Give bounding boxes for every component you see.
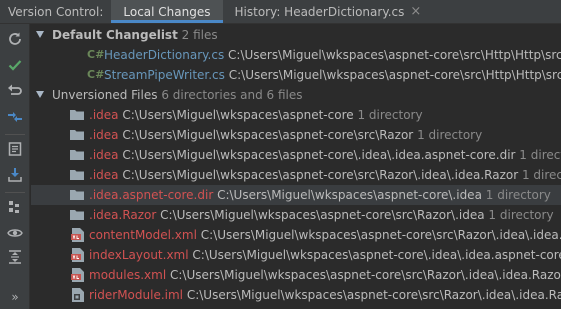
unversioned-count: 6 directories and 6 files <box>161 88 303 102</box>
file-name: riderModule.iml <box>89 288 184 302</box>
item-meta: 1 directory <box>417 128 483 142</box>
update-icon[interactable] <box>4 164 26 186</box>
file-path: C:\Users\Miguel\wkspaces\aspnet-core\src… <box>228 48 561 62</box>
item-meta: 1 directory <box>485 188 551 202</box>
changelist-name: Default Changelist <box>52 28 178 42</box>
file-name: .idea.Razor <box>89 208 157 222</box>
unversioned-directory-row[interactable]: .idea C:\Users\Miguel\wkspaces\aspnet-co… <box>31 105 561 125</box>
file-path: C:\Users\Miguel\wkspaces\aspnet-core\src… <box>200 228 561 242</box>
csharp-file-icon: C# <box>87 48 105 61</box>
unversioned-directory-row[interactable]: .idea C:\Users\Miguel\wkspaces\aspnet-co… <box>31 165 561 185</box>
vcs-toolbar: » <box>0 24 30 309</box>
tab-history[interactable]: History: HeaderDictionary.cs × <box>223 0 434 23</box>
unversioned-file-row[interactable]: riderModule.iml C:\Users\Miguel\wkspaces… <box>31 285 561 305</box>
item-meta: 1 directory <box>519 148 561 162</box>
tab-local-changes-label: Local Changes <box>123 4 211 19</box>
file-path: C:\Users\Miguel\wkspaces\aspnet-core\.id… <box>217 188 482 202</box>
tool-window-title: Version Control: <box>8 5 104 19</box>
xml-file-icon <box>71 248 84 262</box>
preview-eye-icon[interactable] <box>4 222 26 244</box>
folder-icon <box>70 130 84 140</box>
unversioned-name: Unversioned Files <box>52 88 158 102</box>
csharp-file-icon: C# <box>87 68 105 81</box>
expand-all-icon[interactable] <box>4 246 26 268</box>
file-name: modules.xml <box>89 268 167 282</box>
file-path: C:\Users\Miguel\wkspaces\aspnet-core <box>122 108 354 122</box>
file-path: C:\Users\Miguel\wkspaces\aspnet-core\src… <box>122 168 519 182</box>
group-by-icon[interactable] <box>4 196 26 218</box>
xml-file-icon <box>71 268 84 282</box>
file-name: .idea <box>89 168 119 182</box>
file-path: C:\Users\Miguel\wkspaces\aspnet-core\src… <box>160 208 485 222</box>
file-name: .idea <box>89 128 119 142</box>
changes-tree: Default Changelist 2 files C# HeaderDicti… <box>31 24 561 309</box>
file-path: C:\Users\Miguel\wkspaces\aspnet-core\src… <box>170 268 561 282</box>
expand-arrow-icon[interactable] <box>36 91 44 98</box>
file-name: indexLayout.xml <box>89 248 189 262</box>
folder-icon <box>70 210 84 220</box>
item-meta: 1 directory <box>521 168 561 182</box>
commit-check-icon[interactable] <box>4 54 26 76</box>
module-file-icon <box>72 288 84 302</box>
rollback-icon[interactable] <box>4 80 26 102</box>
changed-file-row[interactable]: C# StreamPipeWriter.cs C:\Users\Miguel\wk… <box>31 65 561 85</box>
unversioned-file-row[interactable]: contentModel.xml C:\Users\Miguel\wkspace… <box>31 225 561 245</box>
file-path: C:\Users\Miguel\wkspaces\aspnet-core\src… <box>228 68 561 82</box>
folder-icon <box>70 190 84 200</box>
unversioned-file-row[interactable]: indexLayout.xml C:\Users\Miguel\wkspaces… <box>31 245 561 265</box>
file-name: HeaderDictionary.cs <box>104 48 225 62</box>
xml-file-icon <box>71 228 84 242</box>
file-name: .idea.aspnet-core.dir <box>89 188 214 202</box>
file-name: .idea <box>89 148 119 162</box>
changelist-count: 2 files <box>181 28 218 42</box>
item-meta: 1 directory <box>488 208 554 222</box>
more-chevron-icon[interactable]: » <box>4 286 26 308</box>
file-name: StreamPipeWriter.cs <box>104 68 225 82</box>
unversioned-directory-row[interactable]: .idea C:\Users\Miguel\wkspaces\aspnet-co… <box>31 145 561 165</box>
folder-icon <box>70 110 84 120</box>
unversioned-directory-row[interactable]: .idea C:\Users\Miguel\wkspaces\aspnet-co… <box>31 125 561 145</box>
changelist-row[interactable]: Default Changelist 2 files <box>31 25 561 45</box>
folder-icon <box>70 150 84 160</box>
file-path: C:\Users\Miguel\wkspaces\aspnet-core\src… <box>122 128 414 142</box>
file-path: C:\Users\Miguel\wkspaces\aspnet-core\.id… <box>192 248 561 262</box>
unversioned-row[interactable]: Unversioned Files 6 directories and 6 fi… <box>31 85 561 105</box>
unversioned-directory-row[interactable]: .idea.Razor C:\Users\Miguel\wkspaces\asp… <box>31 205 561 225</box>
toolbar-separator <box>5 192 25 193</box>
expand-arrow-icon[interactable] <box>36 31 44 38</box>
refresh-icon[interactable] <box>4 28 26 50</box>
close-icon[interactable]: × <box>410 0 421 24</box>
toolbar-separator <box>5 134 25 135</box>
tab-bar: Version Control: Local Changes History: … <box>0 0 561 24</box>
item-meta: 1 directory <box>357 108 423 122</box>
unversioned-directory-row[interactable]: .idea.aspnet-core.dir C:\Users\Miguel\wk… <box>31 185 561 205</box>
changelist-icon[interactable] <box>4 138 26 160</box>
file-name: contentModel.xml <box>89 228 197 242</box>
tab-history-label: History: HeaderDictionary.cs <box>234 4 405 19</box>
file-path: C:\Users\Miguel\wkspaces\aspnet-core\src… <box>186 288 561 302</box>
file-path: C:\Users\Miguel\wkspaces\aspnet-core\.id… <box>122 148 516 162</box>
file-name: .idea <box>89 108 119 122</box>
unversioned-file-row[interactable]: modules.xml C:\Users\Miguel\wkspaces\asp… <box>31 265 561 285</box>
diff-icon[interactable] <box>4 106 26 128</box>
folder-icon <box>70 170 84 180</box>
changed-file-row[interactable]: C# HeaderDictionary.cs C:\Users\Miguel\wk… <box>31 45 561 65</box>
tab-local-changes[interactable]: Local Changes <box>111 0 223 23</box>
